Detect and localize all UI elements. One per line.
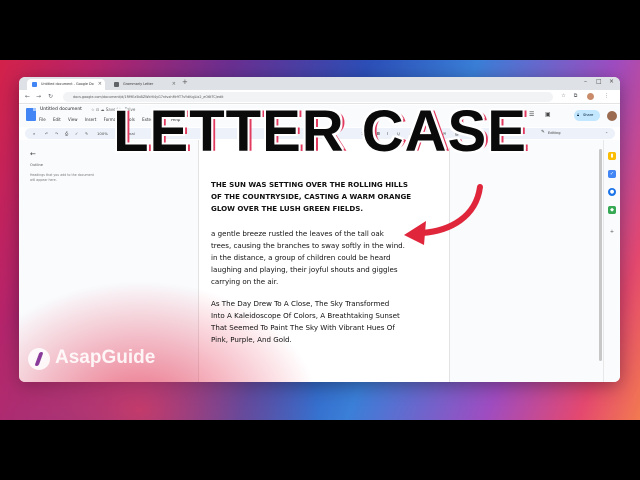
maximize-icon[interactable]: □ [596, 78, 602, 85]
paragraph-lowercase[interactable]: a gentle breeze rustled the leaves of th… [211, 228, 411, 288]
paragraph-uppercase[interactable]: THE SUN WAS SETTING OVER THE ROLLING HIL… [211, 179, 421, 215]
scrollbar[interactable] [599, 149, 602, 361]
extensions-icon[interactable]: ⧉ [572, 93, 579, 100]
tab-label: Grammarly Letter [123, 82, 154, 86]
tab-label: Untitled document - Google Do [41, 82, 94, 86]
tab-second[interactable]: Grammarly Letter × [109, 79, 179, 90]
brand-name: AsapGuide [55, 347, 156, 368]
brand-logo-icon [28, 348, 50, 370]
back-icon[interactable]: ← [25, 93, 30, 100]
text-line: THE SUN WAS SETTING OVER THE ROLLING HIL… [211, 180, 408, 189]
headline-overlay: LETTER CASE [113, 99, 527, 164]
pointer-arrow-icon [404, 184, 483, 245]
profile-icon[interactable] [587, 93, 594, 100]
star-icon[interactable]: ☆ [560, 93, 567, 100]
add-on-icon[interactable]: + [608, 228, 616, 236]
outline-hint: Headings that you add to the document wi… [30, 173, 94, 182]
text-line: As The Day Drew To A Close, The Sky Tran… [211, 299, 390, 308]
contacts-icon[interactable]: ● [608, 188, 616, 196]
tab-strip: Untitled document - Google Do × Grammarl… [19, 77, 620, 90]
maps-icon[interactable]: ◆ [608, 206, 616, 214]
text-line: Pink, Purple, And Gold. [211, 335, 292, 344]
side-rail: ▮ ✓ ● ◆ + [603, 140, 620, 382]
outline-panel: ← Outline Headings that you add to the d… [19, 140, 179, 382]
text-line: laughing and playing, their joyful shout… [211, 265, 398, 274]
minimize-icon[interactable]: – [584, 78, 587, 85]
text-line: carrying on the air. [211, 277, 279, 286]
page-favicon-icon [114, 82, 119, 87]
text-line: OF THE COUNTRYSIDE, CASTING A WARM ORANG… [211, 192, 412, 201]
window-close-icon[interactable]: × [609, 78, 614, 85]
docs-favicon-icon [32, 82, 37, 87]
forward-icon[interactable]: → [36, 93, 41, 100]
text-line: Into A Kaleidoscope Of Colors, A Breatht… [211, 311, 400, 320]
paragraph-titlecase[interactable]: As The Day Drew To A Close, The Sky Tran… [211, 298, 411, 346]
tab-google-docs[interactable]: Untitled document - Google Do × [27, 79, 105, 90]
text-line: That Seemed To Paint The Sky With Vibran… [211, 323, 395, 332]
text-line: trees, causing the branches to sway soft… [211, 241, 405, 250]
reload-icon[interactable]: ↻ [48, 93, 53, 100]
close-icon[interactable]: × [98, 81, 102, 87]
more-icon[interactable]: ⋮ [603, 93, 610, 100]
close-icon[interactable]: × [172, 81, 176, 87]
text-line: a gentle breeze rustled the leaves of th… [211, 229, 384, 238]
tasks-icon[interactable]: ✓ [608, 170, 616, 178]
new-tab-icon[interactable]: + [182, 78, 188, 86]
text-line: in the distance, a group of children cou… [211, 253, 391, 262]
text-line: GLOW OVER THE LUSH GREEN FIELDS. [211, 204, 364, 213]
